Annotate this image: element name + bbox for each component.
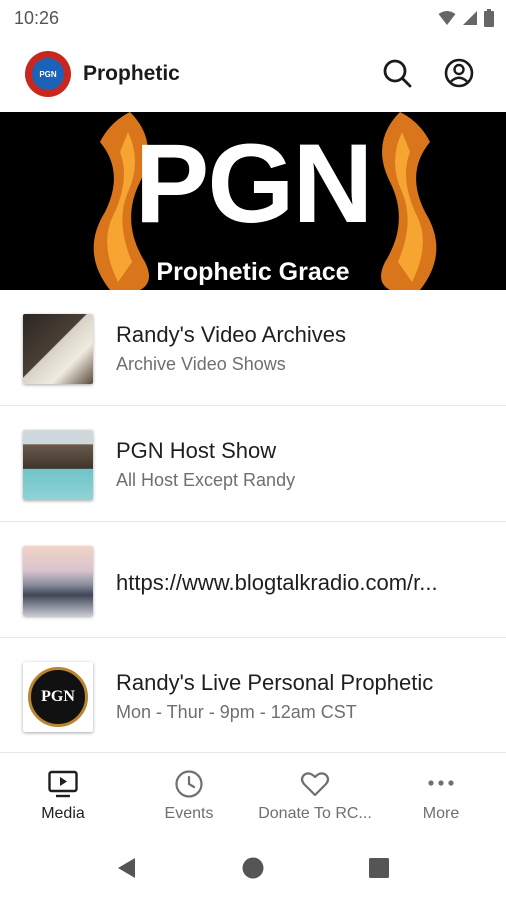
app-logo-inner: PGN — [32, 58, 64, 90]
app-title: Prophetic — [83, 62, 180, 85]
home-icon — [242, 857, 264, 879]
status-icons — [438, 9, 494, 27]
list-item[interactable]: PGN Randy's Live Personal Prophetic Mon … — [0, 638, 506, 754]
search-button[interactable] — [380, 56, 414, 90]
nav-donate-label: Donate To RC... — [258, 805, 372, 822]
home-button[interactable] — [237, 852, 269, 884]
list-item-title: https://www.blogtalkradio.com/r... — [116, 570, 438, 595]
pgn-logo-text: PGN — [41, 688, 75, 705]
pgn-logo-thumbnail: PGN — [23, 662, 93, 732]
nav-events-label: Events — [164, 805, 214, 822]
account-button[interactable] — [442, 56, 476, 90]
bible-desk-thumbnail — [23, 314, 93, 384]
more-icon — [428, 780, 454, 786]
list-item-title: Randy's Video Archives — [116, 322, 347, 347]
list-item[interactable]: PGN Host Show All Host Except Randy — [0, 406, 506, 522]
list-item-subtitle: Mon - Thur - 9pm - 12am CST — [116, 702, 357, 722]
nav-donate[interactable]: Donate To RC... — [252, 753, 378, 831]
list-item-title: Randy's Live Personal Prophetic — [116, 670, 434, 695]
list-item[interactable]: Randy's Video Archives Archive Video Sho… — [0, 290, 506, 406]
list-item-subtitle: Archive Video Shows — [116, 354, 286, 374]
nav-more-label: More — [422, 805, 460, 822]
app-logo[interactable]: PGN — [25, 51, 71, 97]
back-icon — [118, 858, 135, 878]
status-bar: 10:26 — [0, 0, 506, 36]
featured-banner[interactable]: PGN Prophetic Grace — [0, 112, 506, 290]
media-list: Randy's Video Archives Archive Video Sho… — [0, 290, 506, 754]
pgn-logo-badge: PGN — [28, 667, 88, 727]
wifi-icon — [438, 11, 456, 25]
nav-media-label: Media — [41, 805, 85, 822]
recents-button[interactable] — [363, 852, 395, 884]
account-icon — [444, 58, 474, 88]
recents-icon — [369, 858, 389, 878]
status-time: 10:26 — [14, 8, 60, 28]
heart-icon — [300, 772, 330, 797]
clouds-thumbnail — [23, 546, 93, 616]
coastline-thumbnail — [23, 430, 93, 500]
battery-icon — [484, 9, 494, 27]
list-item-subtitle: All Host Except Randy — [116, 470, 296, 490]
banner-subtitle: Prophetic Grace — [156, 258, 350, 286]
search-icon — [383, 59, 412, 88]
list-item-title: PGN Host Show — [116, 438, 277, 463]
system-navigation-bar — [0, 830, 506, 900]
nav-events[interactable]: Events — [126, 753, 252, 831]
nav-media[interactable]: Media — [0, 753, 126, 831]
list-item[interactable]: https://www.blogtalkradio.com/r... — [0, 522, 506, 638]
banner-title: PGN — [134, 121, 374, 246]
clock-icon — [175, 770, 203, 798]
nav-more[interactable]: More — [378, 753, 504, 831]
app-bar: PGN Prophetic — [0, 36, 506, 112]
media-icon — [48, 770, 78, 798]
bottom-navigation: Media Events Donate To RC... More — [0, 752, 506, 831]
back-button[interactable] — [110, 852, 142, 884]
signal-icon — [463, 11, 477, 25]
